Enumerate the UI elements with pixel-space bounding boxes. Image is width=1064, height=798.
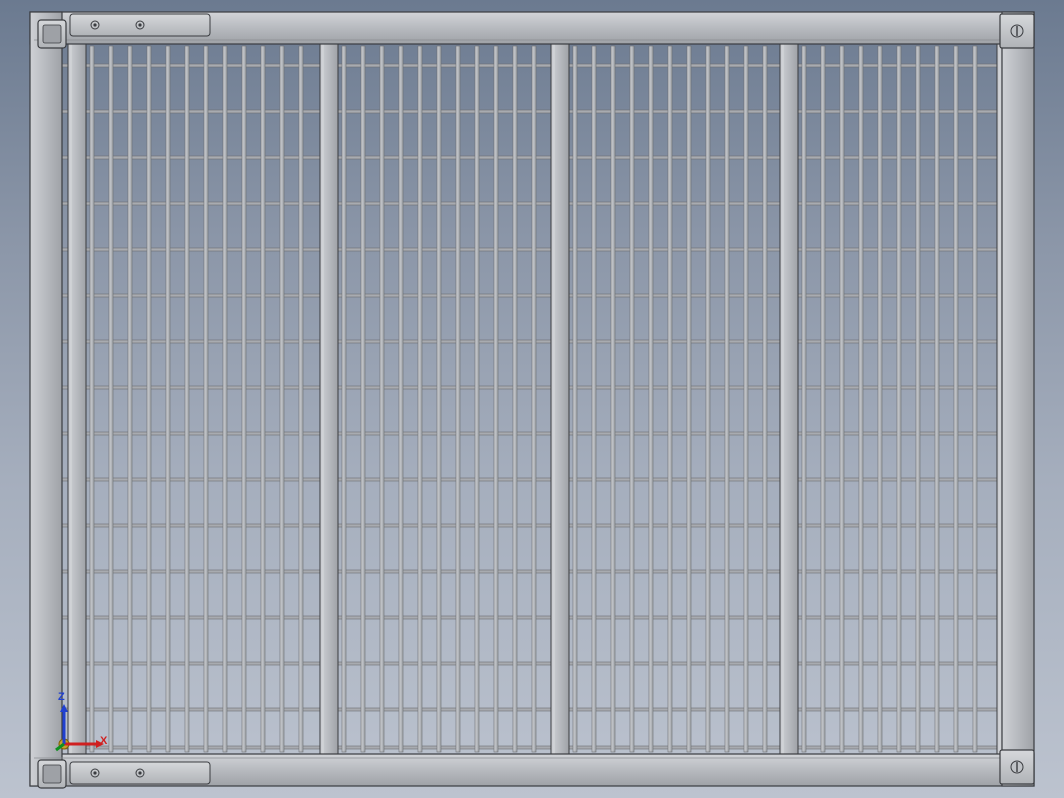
mesh-vertical-bars: [90, 46, 977, 752]
model-canvas[interactable]: [0, 0, 1064, 798]
cad-viewport[interactable]: Z X: [0, 0, 1064, 798]
vertical-posts: [68, 42, 1015, 756]
